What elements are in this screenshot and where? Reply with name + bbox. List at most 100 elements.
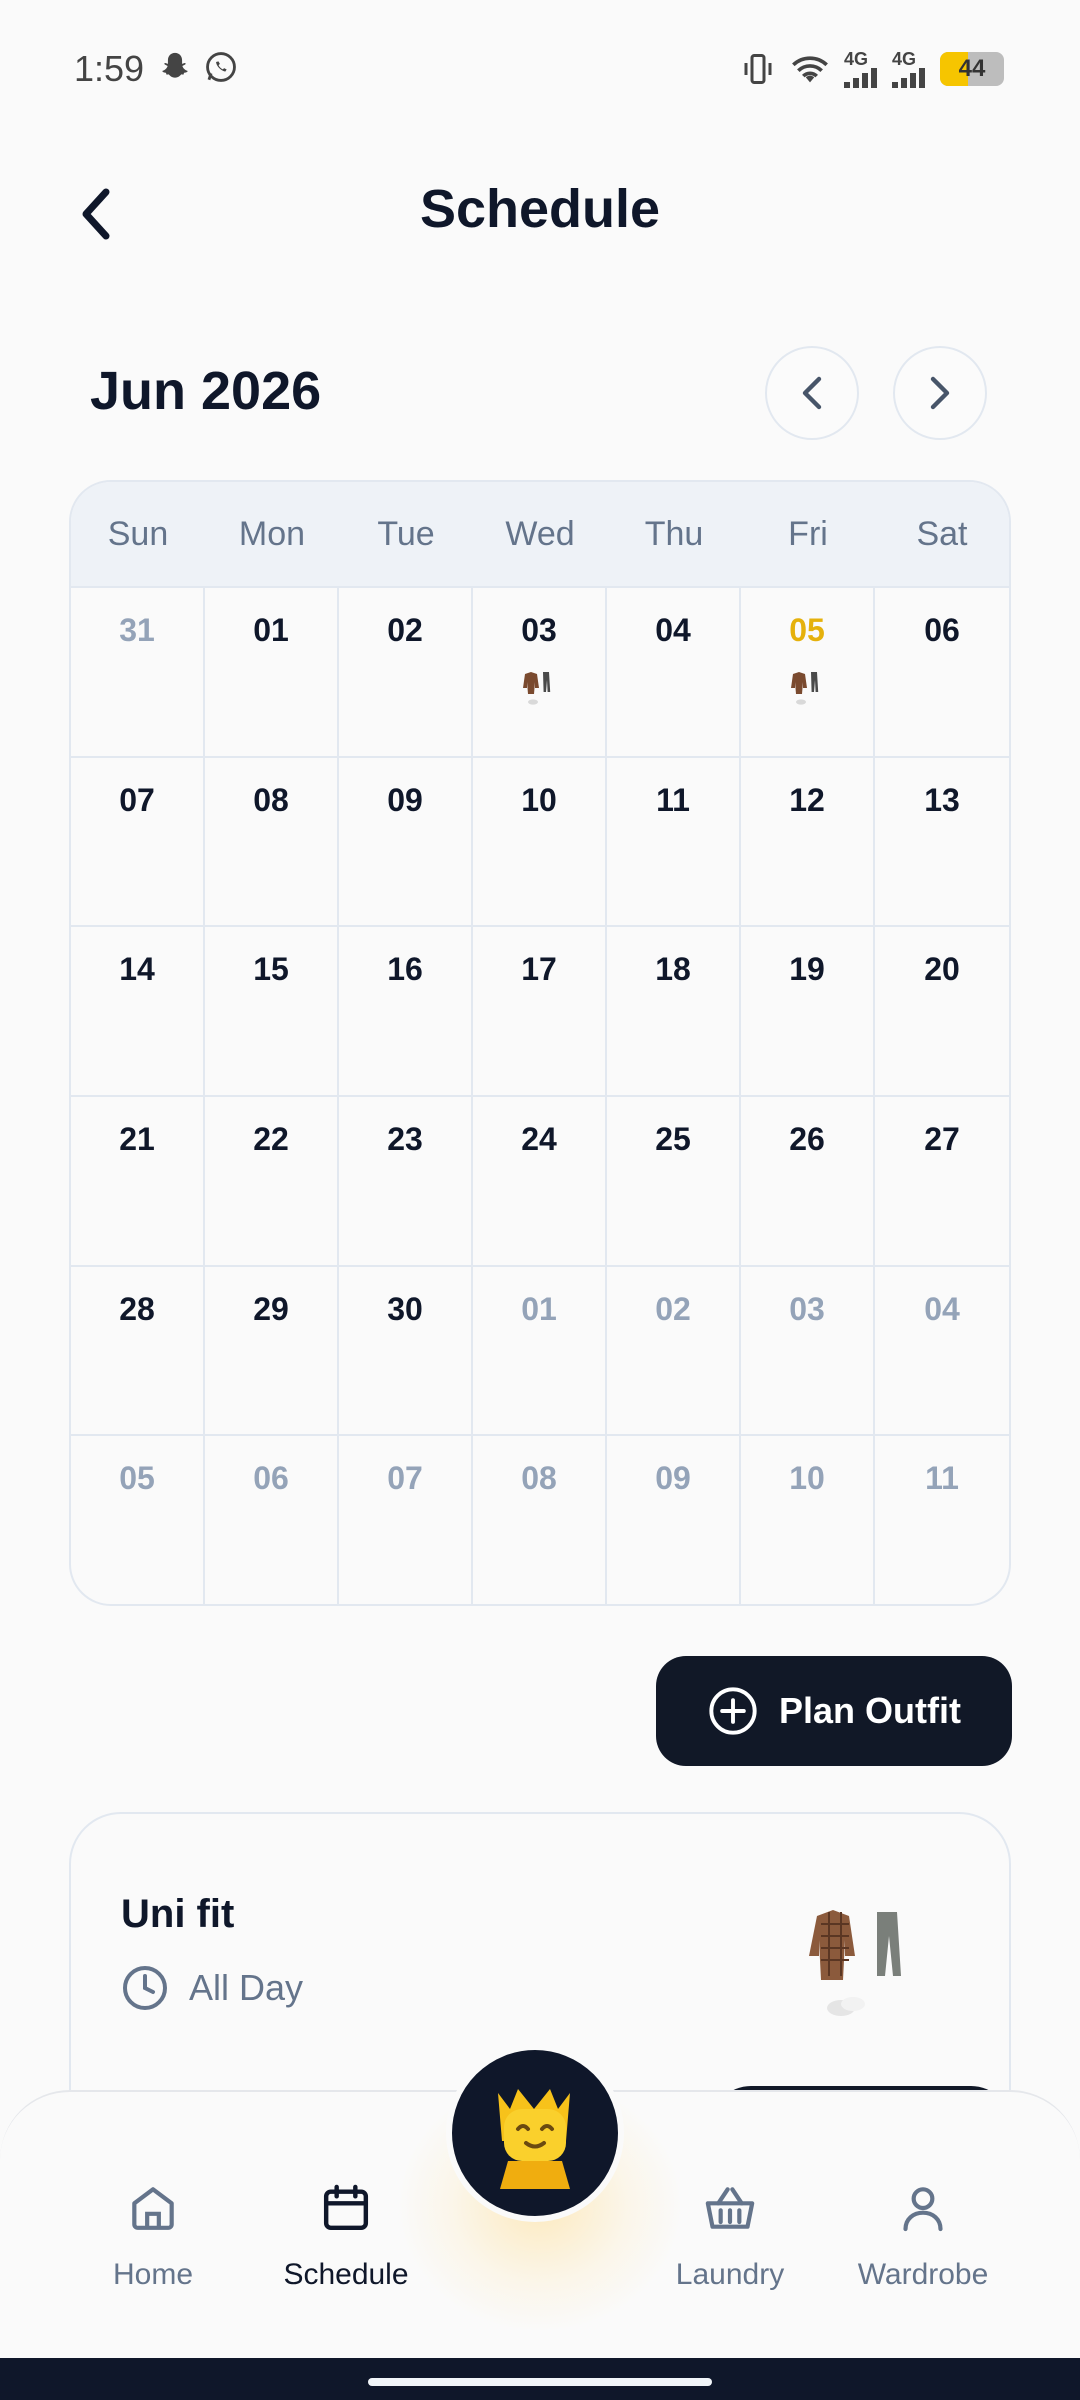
calendar-day-cell[interactable]: 14 — [71, 927, 205, 1097]
calendar-day-cell[interactable]: 19 — [741, 927, 875, 1097]
whatsapp-icon — [206, 52, 236, 82]
calendar-day-number: 20 — [924, 951, 960, 988]
calendar-day-cell[interactable]: 13 — [875, 758, 1009, 928]
plan-outfit-label: Plan Outfit — [779, 1690, 961, 1731]
calendar-day-number: 28 — [119, 1290, 155, 1327]
calendar-day-cell[interactable]: 10 — [741, 1436, 875, 1604]
status-time: 1:59 — [74, 48, 145, 89]
calendar-grid: 31 01 02 03 04 05 06 07 08 09 10 11 12 13 14 15 16 17 18 19… — [71, 588, 1009, 1604]
nav-schedule[interactable]: Schedule — [256, 2180, 436, 2292]
outfit-thumbnail-icon — [791, 672, 819, 705]
calendar-day-cell[interactable]: 23 — [339, 1097, 473, 1267]
calendar-day-cell[interactable]: 08 — [473, 1436, 607, 1604]
nav-wardrobe[interactable]: Wardrobe — [833, 2180, 1013, 2292]
calendar-day-cell[interactable]: 03 — [741, 1266, 875, 1437]
weekday-label: Sun — [107, 514, 169, 553]
calendar-day-cell[interactable]: 04 — [875, 1267, 1009, 1437]
calendar-day-number: 16 — [387, 951, 423, 988]
calendar-day-cell[interactable]: 04 — [607, 588, 741, 758]
calendar-day-cell[interactable]: 25 — [607, 1097, 741, 1267]
calendar-day-number: 31 — [119, 612, 155, 648]
mascot-icon — [498, 2089, 570, 2189]
wifi-icon — [792, 56, 828, 83]
page-title: Schedule — [419, 179, 661, 239]
calendar-day-number: 30 — [387, 1290, 423, 1327]
calendar-day-number: 06 — [924, 612, 960, 648]
nav-laundry[interactable]: Laundry — [640, 2180, 820, 2292]
event-time-label: All Day — [189, 1967, 304, 2008]
calendar-day-cell[interactable]: 09 — [339, 757, 473, 928]
calendar-day-number: 21 — [119, 1121, 155, 1157]
calendar-day-cell[interactable]: 16 — [339, 927, 473, 1097]
calendar-day-number: 02 — [387, 612, 423, 648]
network-type-1: 4G — [844, 49, 869, 69]
snapchat-icon — [162, 52, 188, 78]
calendar-day-cell[interactable]: 30 — [339, 1266, 473, 1437]
nav-home[interactable]: Home — [63, 2180, 243, 2292]
calendar-day-cell[interactable]: 17 — [473, 927, 607, 1097]
calendar-day-cell[interactable]: 01 — [205, 588, 339, 758]
previous-month-button[interactable] — [765, 346, 859, 440]
calendar-day-number: 01 — [253, 612, 289, 648]
calendar-day-cell[interactable]: 15 — [205, 927, 339, 1097]
next-month-button[interactable] — [893, 346, 987, 440]
calendar-day-cell[interactable]: 02 — [607, 1266, 741, 1437]
calendar-day-number: 10 — [521, 781, 557, 818]
calendar-day-cell[interactable]: 06 — [205, 1436, 339, 1604]
nav-laundry-label: Laundry — [675, 2258, 785, 2291]
calendar-day-number: 18 — [655, 951, 691, 988]
calendar-day-cell[interactable]: 05 — [71, 1436, 205, 1604]
calendar-day-cell[interactable]: 12 — [741, 757, 875, 928]
event-title: Uni fit — [121, 1892, 235, 1936]
calendar-day-number: 04 — [655, 612, 691, 648]
gesture-handle[interactable] — [368, 2378, 712, 2386]
calendar-day-cell[interactable]: 06 — [875, 588, 1009, 758]
nav-wardrobe-label: Wardrobe — [857, 2258, 989, 2291]
calendar-day-cell[interactable]: 28 — [71, 1266, 205, 1437]
calendar-day-number: 05 — [789, 612, 825, 648]
weekday-label: Mon — [238, 514, 306, 553]
calendar-day-number: 02 — [655, 1290, 691, 1327]
calendar-day-cell[interactable]: 08 — [205, 757, 339, 928]
calendar-day-cell[interactable]: 18 — [607, 927, 741, 1097]
calendar-day-cell[interactable]: 24 — [473, 1097, 607, 1267]
calendar-day-number: 11 — [656, 781, 690, 818]
plan-outfit-button[interactable]: Plan Outfit — [656, 1656, 1012, 1766]
calendar-day-number: 23 — [387, 1121, 423, 1157]
calendar-day-cell[interactable]: 11 — [875, 1436, 1009, 1604]
calendar-day-cell[interactable]: 05 — [741, 588, 875, 758]
calendar-day-cell[interactable]: 29 — [205, 1266, 339, 1437]
calendar-day-number: 27 — [924, 1121, 960, 1157]
calendar-day-cell[interactable]: 22 — [205, 1097, 339, 1267]
calendar-day-number: 09 — [387, 781, 423, 818]
calendar-day-number: 12 — [789, 781, 825, 818]
calendar-day-cell[interactable]: 31 — [71, 588, 205, 758]
calendar-day-cell[interactable]: 01 — [473, 1266, 607, 1437]
weekday-label: Sat — [916, 514, 968, 553]
calendar-day-cell[interactable]: 20 — [875, 927, 1009, 1097]
calendar-day-cell[interactable]: 27 — [875, 1097, 1009, 1267]
vibrate-icon — [744, 54, 772, 84]
weekday-header: Sun Mon Tue Wed Thu Fri Sat — [71, 482, 1009, 588]
weekday-label: Tue — [377, 514, 435, 553]
outfit-thumbnail-icon — [523, 672, 551, 705]
calendar-day-cell[interactable]: 26 — [741, 1097, 875, 1267]
calendar-day-cell[interactable]: 11 — [607, 757, 741, 928]
calendar-day-cell[interactable]: 02 — [339, 588, 473, 758]
weekday-label: Fri — [788, 514, 828, 553]
calendar-day-cell[interactable]: 07 — [71, 757, 205, 928]
calendar-day-number: 05 — [119, 1460, 155, 1497]
calendar-day-cell[interactable]: 21 — [71, 1097, 205, 1267]
assistant-mascot-button[interactable] — [446, 2044, 624, 2222]
calendar-day-cell[interactable]: 03 — [473, 588, 607, 758]
calendar-day-cell[interactable]: 09 — [607, 1436, 741, 1604]
calendar-day-number: 17 — [521, 951, 557, 988]
calendar-day-cell[interactable]: 10 — [473, 757, 607, 928]
signal-icon — [844, 68, 877, 88]
calendar-day-number: 07 — [119, 781, 155, 818]
calendar-day-cell[interactable]: 07 — [339, 1436, 473, 1604]
battery-level: 44 — [958, 55, 986, 82]
calendar-day-number: 06 — [253, 1460, 289, 1497]
calendar-day-number: 24 — [521, 1121, 557, 1157]
nav-home-label: Home — [112, 2258, 194, 2291]
